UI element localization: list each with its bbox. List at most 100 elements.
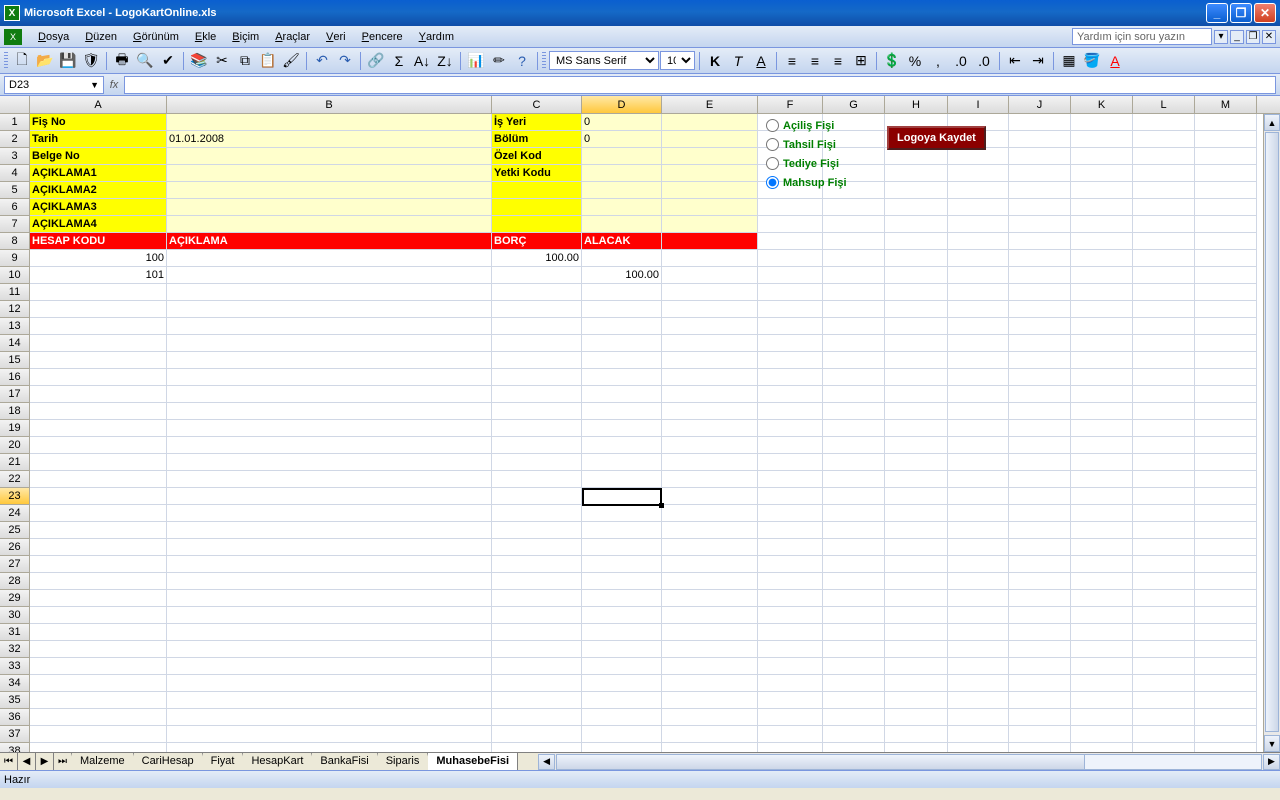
cell-G13[interactable] <box>823 318 885 335</box>
cell-M37[interactable] <box>1195 726 1257 743</box>
cell-M18[interactable] <box>1195 403 1257 420</box>
cell-F9[interactable] <box>758 250 823 267</box>
row-header-31[interactable]: 31 <box>0 624 30 641</box>
cell-I14[interactable] <box>948 335 1009 352</box>
cell-B16[interactable] <box>167 369 492 386</box>
cell-M3[interactable] <box>1195 148 1257 165</box>
cell-C13[interactable] <box>492 318 582 335</box>
cell-C23[interactable] <box>492 488 582 505</box>
cell-H11[interactable] <box>885 284 948 301</box>
row-header-32[interactable]: 32 <box>0 641 30 658</box>
name-box-dropdown-icon[interactable]: ▼ <box>90 80 99 90</box>
cell-M17[interactable] <box>1195 386 1257 403</box>
menu-biçim[interactable]: Biçim <box>224 27 267 47</box>
cell-H30[interactable] <box>885 607 948 624</box>
cell-K11[interactable] <box>1071 284 1133 301</box>
cell-E34[interactable] <box>662 675 758 692</box>
cell-I30[interactable] <box>948 607 1009 624</box>
column-header-I[interactable]: I <box>948 96 1009 113</box>
cell-K35[interactable] <box>1071 692 1133 709</box>
cell-C2[interactable]: Bölüm <box>492 131 582 148</box>
sort-desc-button[interactable]: Z↓ <box>434 50 456 72</box>
print-preview-button[interactable]: 🔍 <box>134 50 156 72</box>
cell-M14[interactable] <box>1195 335 1257 352</box>
cell-E13[interactable] <box>662 318 758 335</box>
cell-E24[interactable] <box>662 505 758 522</box>
cell-B14[interactable] <box>167 335 492 352</box>
cell-I21[interactable] <box>948 454 1009 471</box>
cell-L15[interactable] <box>1133 352 1195 369</box>
formula-input[interactable] <box>124 76 1276 94</box>
cell-C14[interactable] <box>492 335 582 352</box>
cell-A34[interactable] <box>30 675 167 692</box>
column-header-L[interactable]: L <box>1133 96 1195 113</box>
cell-E3[interactable] <box>662 148 758 165</box>
cell-D24[interactable] <box>582 505 662 522</box>
cell-L36[interactable] <box>1133 709 1195 726</box>
cell-J3[interactable] <box>1009 148 1071 165</box>
row-header-14[interactable]: 14 <box>0 335 30 352</box>
menu-araçlar[interactable]: Araçlar <box>267 27 318 47</box>
cell-J21[interactable] <box>1009 454 1071 471</box>
cell-J34[interactable] <box>1009 675 1071 692</box>
currency-button[interactable]: 💲 <box>881 50 903 72</box>
cell-M1[interactable] <box>1195 114 1257 131</box>
cell-K36[interactable] <box>1071 709 1133 726</box>
cell-A11[interactable] <box>30 284 167 301</box>
sheet-tab-hesapkart[interactable]: HesapKart <box>243 753 312 770</box>
cell-C30[interactable] <box>492 607 582 624</box>
align-center-button[interactable]: ≡ <box>804 50 826 72</box>
cell-A21[interactable] <box>30 454 167 471</box>
cell-D28[interactable] <box>582 573 662 590</box>
cell-J4[interactable] <box>1009 165 1071 182</box>
cell-G11[interactable] <box>823 284 885 301</box>
cell-B4[interactable] <box>167 165 492 182</box>
row-header-30[interactable]: 30 <box>0 607 30 624</box>
cell-A13[interactable] <box>30 318 167 335</box>
cell-K7[interactable] <box>1071 216 1133 233</box>
cell-L22[interactable] <box>1133 471 1195 488</box>
cell-K19[interactable] <box>1071 420 1133 437</box>
cell-M6[interactable] <box>1195 199 1257 216</box>
doc-restore-button[interactable]: ❐ <box>1246 30 1260 44</box>
cell-K27[interactable] <box>1071 556 1133 573</box>
cell-K30[interactable] <box>1071 607 1133 624</box>
cell-A9[interactable]: 100 <box>30 250 167 267</box>
cell-I35[interactable] <box>948 692 1009 709</box>
cell-C8[interactable]: BORÇ <box>492 233 582 250</box>
cell-K4[interactable] <box>1071 165 1133 182</box>
bold-button[interactable]: K <box>704 50 726 72</box>
cell-D22[interactable] <box>582 471 662 488</box>
fx-icon[interactable]: fx <box>104 79 124 91</box>
cell-G27[interactable] <box>823 556 885 573</box>
cell-M28[interactable] <box>1195 573 1257 590</box>
cell-G37[interactable] <box>823 726 885 743</box>
row-header-10[interactable]: 10 <box>0 267 30 284</box>
cell-J37[interactable] <box>1009 726 1071 743</box>
cell-J20[interactable] <box>1009 437 1071 454</box>
menu-ekle[interactable]: Ekle <box>187 27 224 47</box>
cell-D1[interactable]: 0 <box>582 114 662 131</box>
cell-B29[interactable] <box>167 590 492 607</box>
cell-L19[interactable] <box>1133 420 1195 437</box>
format-painter-button[interactable]: 🖌 <box>280 50 302 72</box>
cell-A25[interactable] <box>30 522 167 539</box>
cell-D38[interactable] <box>582 743 662 752</box>
cell-J32[interactable] <box>1009 641 1071 658</box>
cell-C11[interactable] <box>492 284 582 301</box>
doc-close-button[interactable]: ✕ <box>1262 30 1276 44</box>
borders-button[interactable]: ▦ <box>1058 50 1080 72</box>
row-header-37[interactable]: 37 <box>0 726 30 743</box>
cell-F27[interactable] <box>758 556 823 573</box>
cell-C1[interactable]: İş Yeri <box>492 114 582 131</box>
cell-B38[interactable] <box>167 743 492 752</box>
cell-E27[interactable] <box>662 556 758 573</box>
cell-D13[interactable] <box>582 318 662 335</box>
column-header-C[interactable]: C <box>492 96 582 113</box>
cell-B13[interactable] <box>167 318 492 335</box>
cell-A20[interactable] <box>30 437 167 454</box>
cell-D23[interactable] <box>582 488 662 506</box>
cell-D37[interactable] <box>582 726 662 743</box>
cell-F25[interactable] <box>758 522 823 539</box>
minimize-button[interactable]: _ <box>1206 3 1228 23</box>
